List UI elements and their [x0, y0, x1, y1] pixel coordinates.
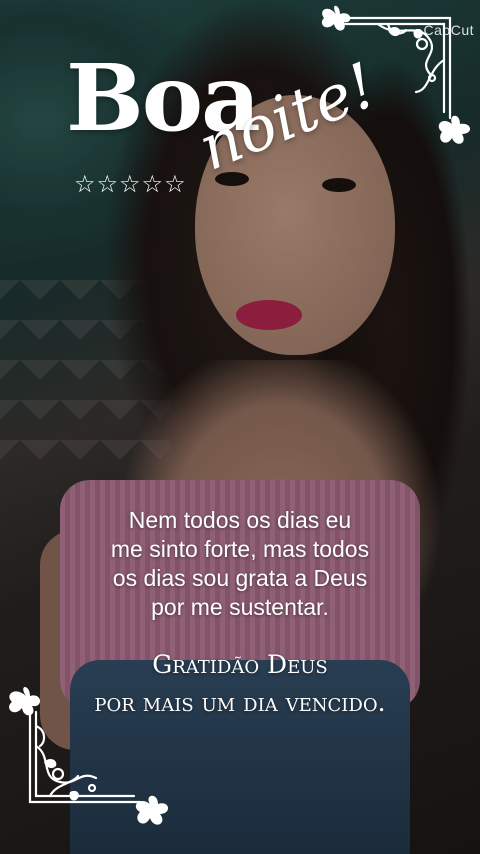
star-icon: ☆	[141, 170, 164, 198]
message-line: Nem todos os dias eu	[128, 507, 352, 533]
star-icon: ☆	[164, 170, 186, 198]
message-line: os dias sou grata a Deus	[112, 565, 368, 591]
star-icon: ☆	[119, 170, 141, 198]
star-icon: ☆	[96, 170, 119, 198]
floral-corner-icon	[0, 666, 175, 836]
message-line: me sinto forte, mas todos	[110, 536, 370, 562]
story-canvas: CapCut Boa noite! ☆ ☆ ☆ ☆ ☆ Nem todos os…	[0, 0, 480, 854]
star-rating: ☆ ☆ ☆ ☆ ☆	[74, 172, 186, 196]
message-line: por me sustentar.	[151, 594, 329, 620]
star-icon: ☆	[74, 170, 96, 198]
message-block: Nem todos os dias eu me sinto forte, mas…	[40, 506, 440, 622]
